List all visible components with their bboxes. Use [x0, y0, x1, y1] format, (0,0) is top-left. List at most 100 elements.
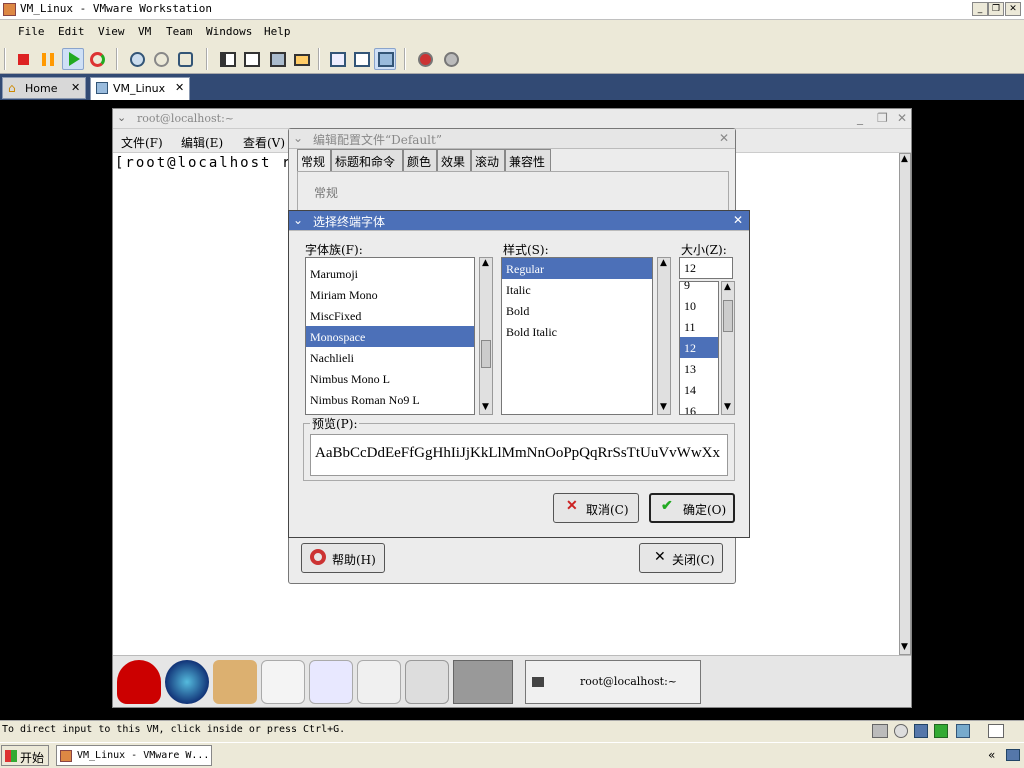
appliance-view-button[interactable]	[374, 48, 396, 70]
record-button[interactable]	[414, 48, 436, 70]
menu-file[interactable]: File	[18, 25, 45, 38]
cancel-button[interactable]: ✕ 取消(C)	[553, 493, 639, 523]
window-menu-icon[interactable]: ⌄	[293, 131, 303, 145]
list-item[interactable]: 11	[680, 316, 718, 337]
usb-icon[interactable]	[956, 724, 970, 738]
font-family-scrollbar[interactable]: ▲ ▼	[479, 257, 493, 415]
close-button[interactable]: ✕ 关闭(C)	[639, 543, 723, 573]
menu-edit[interactable]: 编辑(E)	[181, 134, 223, 151]
network-icon[interactable]	[872, 724, 888, 738]
scroll-down-icon[interactable]: ▼	[482, 402, 489, 412]
tab-title-command[interactable]: 标题和命令	[331, 149, 403, 171]
tab-compatibility[interactable]: 兼容性	[505, 149, 551, 171]
tray-expand-button[interactable]: «	[988, 748, 995, 762]
list-item[interactable]: Nimbus Mono L	[306, 368, 474, 389]
scroll-down-icon[interactable]: ▼	[724, 402, 731, 412]
web-browser-icon[interactable]	[165, 660, 209, 704]
scroll-thumb[interactable]	[723, 300, 733, 332]
cdrom-icon[interactable]	[894, 724, 908, 738]
snapshot-manager-button[interactable]	[174, 48, 196, 70]
snapshot-button[interactable]	[126, 48, 148, 70]
ethernet-icon[interactable]	[934, 724, 948, 738]
scroll-up-icon[interactable]: ▲	[901, 154, 908, 164]
tray-network-icon[interactable]	[1006, 749, 1020, 761]
list-item-selected[interactable]: Regular	[502, 258, 652, 279]
taskbar-item-vmware[interactable]: VM_Linux - VMware W...	[56, 745, 212, 766]
font-family-list[interactable]: Marumoji Miriam Mono MiscFixed Monospace…	[305, 257, 475, 415]
minimize-button[interactable]: _	[972, 2, 988, 16]
font-style-scrollbar[interactable]: ▲ ▼	[657, 257, 671, 415]
close-icon[interactable]: ✕	[733, 213, 743, 227]
workspace-switcher[interactable]	[453, 660, 513, 704]
floppy-icon[interactable]	[914, 724, 928, 738]
font-size-scrollbar[interactable]: ▲ ▼	[721, 281, 735, 415]
font-selection-dialog[interactable]: ⌄ 选择终端字体 ✕ 字体族(F): 样式(S): 大小(Z): Marumoj…	[288, 210, 750, 538]
list-item-selected[interactable]: 12	[680, 337, 718, 358]
list-item[interactable]: Italic	[502, 279, 652, 300]
unity-button[interactable]	[290, 48, 312, 70]
menu-team[interactable]: Team	[166, 25, 193, 38]
list-item[interactable]: 14	[680, 379, 718, 400]
close-button[interactable]: ✕	[1005, 2, 1021, 16]
summary-view-button[interactable]	[350, 48, 372, 70]
scroll-down-icon[interactable]: ▼	[660, 402, 667, 412]
list-item[interactable]: 13	[680, 358, 718, 379]
redhat-menu-icon[interactable]	[117, 660, 161, 704]
tab-colors[interactable]: 颜色	[403, 149, 437, 171]
tab-vm-linux[interactable]: VM_Linux ✕	[90, 77, 190, 100]
tab-general[interactable]: 常规	[297, 149, 331, 171]
word-processor-icon[interactable]	[261, 660, 305, 704]
list-item[interactable]: 16	[680, 400, 718, 414]
list-item[interactable]: Nimbus Roman No9 L	[306, 389, 474, 410]
tab-home[interactable]: ⌂ Home ✕	[2, 77, 86, 99]
spreadsheet-icon[interactable]	[357, 660, 401, 704]
list-item-selected[interactable]: Monospace	[306, 326, 474, 347]
tab-effects[interactable]: 效果	[437, 149, 471, 171]
font-size-input[interactable]: 12	[679, 257, 733, 279]
menu-windows[interactable]: Windows	[206, 25, 252, 38]
list-item[interactable]: Nachlieli	[306, 347, 474, 368]
power-off-button[interactable]	[12, 48, 34, 70]
scroll-down-icon[interactable]: ▼	[901, 642, 908, 652]
scroll-up-icon[interactable]: ▲	[724, 282, 731, 292]
menu-view[interactable]: View	[98, 25, 125, 38]
presentation-icon[interactable]	[309, 660, 353, 704]
list-item[interactable]: 10	[680, 295, 718, 316]
menu-edit[interactable]: Edit	[58, 25, 85, 38]
message-log-icon[interactable]	[988, 724, 1004, 738]
revert-snapshot-button[interactable]	[150, 48, 172, 70]
window-menu-icon[interactable]: ⌄	[117, 111, 126, 124]
console-view-button[interactable]	[326, 48, 348, 70]
close-icon[interactable]: ✕	[71, 81, 80, 94]
close-icon[interactable]: ✕	[897, 111, 907, 125]
ok-button[interactable]: ✔ 确定(O)	[649, 493, 735, 523]
list-item[interactable]: Bold	[502, 300, 652, 321]
list-item[interactable]: 9	[680, 282, 718, 295]
email-icon[interactable]	[213, 660, 257, 704]
font-style-list[interactable]: Regular Italic Bold Bold Italic	[501, 257, 653, 415]
quick-switch-button[interactable]	[240, 48, 262, 70]
minimize-icon[interactable]: _	[857, 111, 863, 125]
sidebar-toggle-button[interactable]	[216, 48, 238, 70]
tab-scrolling[interactable]: 滚动	[471, 149, 505, 171]
menu-help[interactable]: Help	[264, 25, 291, 38]
printer-icon[interactable]	[405, 660, 449, 704]
close-icon[interactable]: ✕	[719, 131, 729, 145]
menu-view[interactable]: 查看(V)	[243, 134, 285, 151]
menu-file[interactable]: 文件(F)	[121, 134, 163, 151]
help-button[interactable]: 帮助(H)	[301, 543, 385, 573]
full-screen-button[interactable]	[266, 48, 288, 70]
power-on-button[interactable]	[62, 48, 84, 70]
scroll-up-icon[interactable]: ▲	[660, 258, 667, 268]
list-item[interactable]: Miriam Mono	[306, 284, 474, 305]
replay-button[interactable]	[440, 48, 462, 70]
scroll-up-icon[interactable]: ▲	[482, 258, 489, 268]
reset-button[interactable]	[86, 48, 108, 70]
terminal-scrollbar[interactable]: ▲ ▼	[899, 153, 911, 655]
maximize-icon[interactable]: ❐	[877, 111, 888, 125]
suspend-button[interactable]	[36, 48, 58, 70]
restore-button[interactable]: ❐	[988, 2, 1004, 16]
close-icon[interactable]: ✕	[175, 81, 184, 94]
window-menu-icon[interactable]: ⌄	[293, 213, 303, 227]
start-button[interactable]: 开始	[1, 745, 49, 766]
